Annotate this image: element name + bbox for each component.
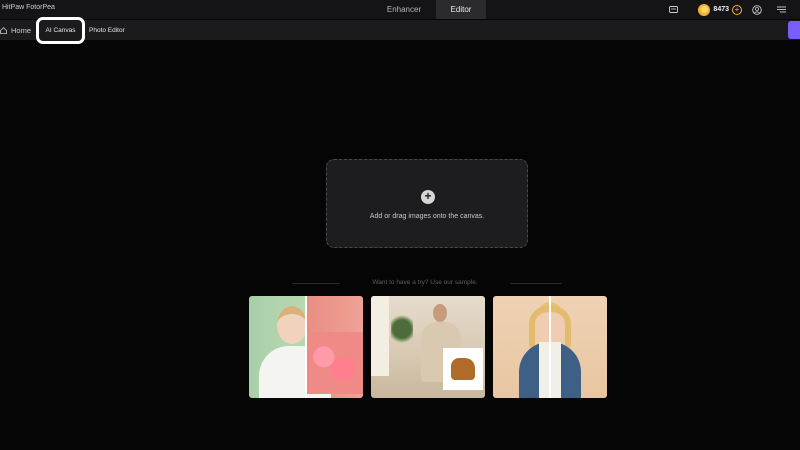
title-bar: HitPaw FotorPea Enhancer Editor 8473 + — [0, 0, 800, 19]
tab-enhancer[interactable]: Enhancer — [376, 0, 432, 19]
add-image-icon[interactable]: + — [421, 190, 435, 204]
flower-bouquet — [307, 332, 363, 394]
home-link[interactable]: Home — [0, 26, 31, 35]
menu-icon[interactable] — [776, 5, 786, 15]
credit-count: 8473 — [713, 6, 729, 13]
before-after-divider — [305, 296, 307, 398]
before-after-divider — [549, 296, 551, 398]
drop-zone-text: Add or drag images onto the canvas. — [369, 213, 485, 220]
title-bar-actions: 8473 + — [668, 0, 800, 19]
coin-icon — [698, 3, 711, 16]
account-icon[interactable] — [752, 4, 762, 15]
figure-head — [433, 304, 447, 322]
breadcrumb-bar: Home Photo Editor — [0, 20, 800, 40]
sample-image-portrait-flowers[interactable] — [249, 296, 363, 398]
home-label: Home — [11, 26, 32, 35]
ai-canvas-tab[interactable]: AI Canvas — [36, 17, 85, 44]
credits-badge[interactable]: 8473 + — [698, 3, 742, 16]
ai-canvas-label: AI Canvas — [45, 27, 76, 34]
add-credits-icon[interactable]: + — [732, 4, 742, 15]
divider-right — [510, 283, 562, 284]
side-panel-toggle-button[interactable] — [788, 21, 800, 39]
dog-sticker-card — [443, 348, 483, 390]
dog-icon — [451, 358, 475, 380]
divider-left — [292, 283, 340, 284]
sample-image-seated-woman[interactable] — [371, 296, 485, 398]
figure-head — [277, 306, 307, 344]
home-icon — [0, 27, 7, 34]
app-title: HitPaw FotorPea — [2, 4, 55, 11]
window-light — [371, 296, 389, 376]
top-tabs: Enhancer Editor — [376, 0, 486, 19]
image-drop-zone[interactable]: + Add or drag images onto the canvas. — [326, 159, 528, 248]
feedback-icon[interactable] — [668, 5, 678, 15]
plant — [391, 314, 413, 344]
tab-editor[interactable]: Editor — [436, 0, 486, 19]
sample-image-denim-woman[interactable] — [493, 296, 607, 398]
photo-editor-link[interactable]: Photo Editor — [89, 27, 125, 34]
sample-label: Want to have a try? Use our sample. — [372, 279, 478, 286]
